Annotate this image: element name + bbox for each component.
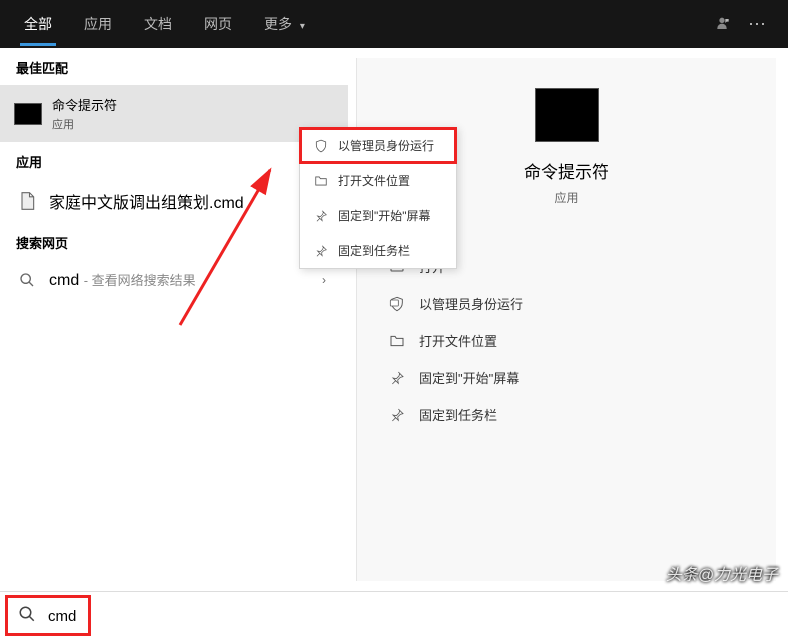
feedback-icon[interactable]	[714, 15, 730, 34]
cmd-file-icon	[17, 191, 37, 211]
chevron-right-icon[interactable]: ›	[314, 273, 334, 287]
action-pin-taskbar-label: 固定到任务栏	[419, 405, 497, 424]
cm-pin-start-label: 固定到"开始"屏幕	[338, 207, 431, 224]
cmd-thumb-icon	[14, 103, 42, 125]
cm-pin-start[interactable]: 固定到"开始"屏幕	[300, 198, 456, 233]
result-best-match[interactable]: 命令提示符 应用	[0, 85, 348, 142]
dots-icon[interactable]: ⋯	[748, 14, 768, 35]
search-bar	[0, 591, 788, 640]
preview-thumb-icon	[535, 88, 599, 142]
cm-run-admin-label: 以管理员身份运行	[338, 137, 434, 154]
action-pin-start-label: 固定到"开始"屏幕	[419, 368, 519, 387]
search-input[interactable]	[48, 608, 774, 625]
admin-shield-icon	[312, 139, 330, 153]
result-title: 命令提示符	[52, 95, 117, 114]
tab-web[interactable]: 网页	[188, 2, 248, 46]
section-best-match: 最佳匹配	[0, 48, 348, 85]
cm-pin-taskbar-label: 固定到任务栏	[338, 242, 410, 259]
chevron-down-icon: ▾	[300, 21, 305, 32]
action-pin-start[interactable]: 固定到"开始"屏幕	[377, 359, 756, 396]
tab-more-label: 更多	[264, 16, 292, 32]
results-panel: 最佳匹配 命令提示符 应用 应用 家庭中文版调出组策划.cmd › 搜索网页 c…	[0, 48, 348, 591]
search-tabs: 全部 应用 文档 网页 更多 ▾ ⋯	[0, 0, 788, 48]
search-icon	[14, 605, 48, 628]
result-app-title: 家庭中文版调出组策划.cmd	[49, 189, 244, 213]
folder-icon	[387, 333, 407, 349]
action-run-admin[interactable]: 以管理员身份运行	[377, 285, 756, 322]
section-web: 搜索网页	[0, 223, 348, 260]
result-app-file[interactable]: 家庭中文版调出组策划.cmd ›	[0, 179, 348, 223]
web-result-prefix: cmd	[49, 272, 79, 289]
action-open-location[interactable]: 打开文件位置	[377, 322, 756, 359]
pin-icon	[387, 407, 407, 423]
action-open-location-label: 打开文件位置	[419, 331, 497, 350]
preview-title: 命令提示符	[524, 158, 609, 183]
result-web-search[interactable]: cmd - 查看网络搜索结果 ›	[0, 260, 348, 300]
preview-subtitle: 应用	[554, 189, 578, 206]
cm-pin-taskbar[interactable]: 固定到任务栏	[300, 233, 456, 268]
tab-all[interactable]: 全部	[8, 2, 68, 46]
pin-icon	[387, 370, 407, 386]
admin-shield-icon	[387, 296, 407, 312]
section-apps: 应用	[0, 142, 348, 179]
action-run-admin-label: 以管理员身份运行	[419, 294, 523, 313]
cm-open-location[interactable]: 打开文件位置	[300, 163, 456, 198]
result-subtitle: 应用	[52, 116, 117, 132]
web-result-suffix: 查看网络搜索结果	[92, 273, 196, 288]
folder-icon	[312, 174, 330, 188]
search-icon	[19, 272, 35, 288]
tab-more[interactable]: 更多 ▾	[248, 2, 321, 46]
context-menu: 以管理员身份运行 打开文件位置 固定到"开始"屏幕 固定到任务栏	[299, 127, 457, 269]
tab-apps[interactable]: 应用	[68, 2, 128, 46]
action-pin-taskbar[interactable]: 固定到任务栏	[377, 396, 756, 433]
pin-icon	[312, 209, 330, 223]
cm-run-admin[interactable]: 以管理员身份运行	[300, 128, 456, 163]
tab-docs[interactable]: 文档	[128, 2, 188, 46]
cm-open-location-label: 打开文件位置	[338, 172, 410, 189]
pin-icon	[312, 244, 330, 258]
